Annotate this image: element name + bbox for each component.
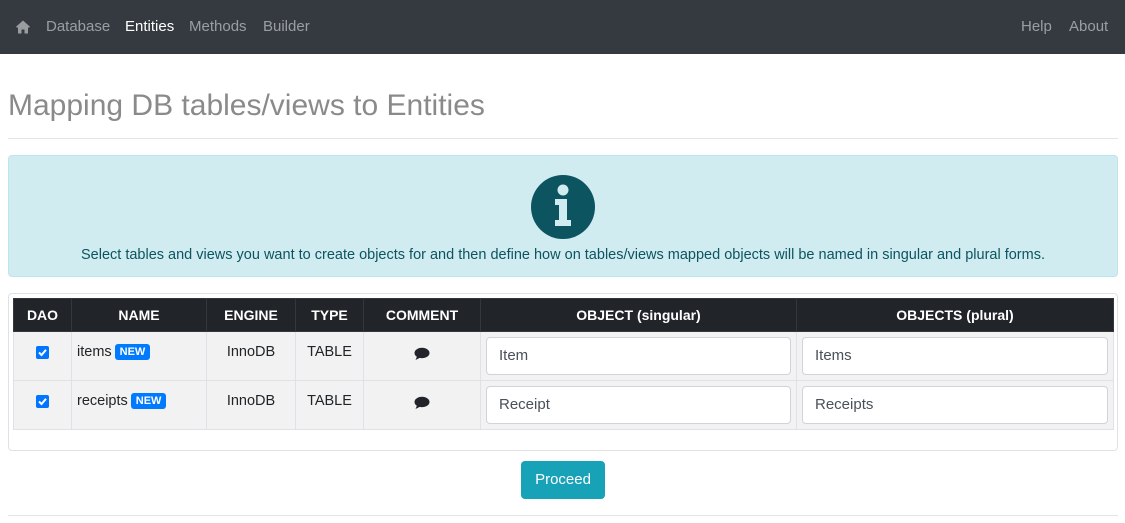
header-object-singular: OBJECT (singular) [480,298,797,332]
nav-entities[interactable]: Entities [125,18,174,36]
nav-about[interactable]: About [1069,18,1108,36]
top-navbar: Database Entities Methods Builder Help A… [0,0,1125,54]
table-name: receipts [77,393,128,409]
bottom-divider [8,515,1118,516]
singular-cell: Item [480,331,797,381]
comment-cell [363,331,481,381]
header-type: TYPE [295,298,364,332]
dao-checkbox[interactable] [36,395,49,408]
name-cell: receipts NEW [71,380,207,430]
table-row: receipts NEW InnoDB TABLE Receipt Receipt… [13,380,1114,430]
comment-cell [363,380,481,430]
info-alert: Select tables and views you want to crea… [8,155,1118,277]
check-icon [38,349,47,357]
header-comment: COMMENT [363,298,481,332]
plural-cell: Receipts [796,380,1114,430]
new-badge: NEW [114,344,151,360]
engine-cell: InnoDB [206,331,296,381]
engine-cell: InnoDB [206,380,296,430]
info-icon [531,175,595,239]
table-name: items [77,344,112,360]
home-icon[interactable] [15,19,31,35]
object-singular-input[interactable]: Receipt [486,386,791,424]
table-header-row: DAO NAME ENGINE TYPE COMMENT OBJECT (sin… [13,298,1114,332]
objects-plural-input[interactable]: Items [802,337,1108,375]
dao-checkbox[interactable] [36,346,49,359]
plural-cell: Items [796,331,1114,381]
header-objects-plural: OBJECTS (plural) [796,298,1114,332]
header-name: NAME [71,298,207,332]
objects-plural-input[interactable]: Receipts [802,386,1108,424]
dao-cell [13,331,72,381]
nav-help[interactable]: Help [1021,18,1052,36]
nav-database[interactable]: Database [46,18,110,36]
object-singular-input[interactable]: Item [486,337,791,375]
singular-cell: Receipt [480,380,797,430]
mapping-table: DAO NAME ENGINE TYPE COMMENT OBJECT (sin… [13,298,1114,430]
page-title: Mapping DB tables/views to Entities [8,89,485,122]
type-cell: TABLE [295,380,364,430]
new-badge: NEW [130,393,167,409]
dao-cell [13,380,72,430]
check-icon [38,398,47,406]
table-row: items NEW InnoDB TABLE Item Items [13,331,1114,381]
header-dao: DAO [13,298,72,332]
header-engine: ENGINE [206,298,296,332]
nav-builder[interactable]: Builder [263,18,310,36]
comment-icon[interactable] [414,347,430,361]
proceed-button[interactable]: Proceed [521,461,605,499]
nav-methods[interactable]: Methods [189,18,247,36]
name-cell: items NEW [71,331,207,381]
alert-message: Select tables and views you want to crea… [81,247,1045,263]
mapping-card: DAO NAME ENGINE TYPE COMMENT OBJECT (sin… [8,293,1118,451]
comment-icon[interactable] [414,396,430,410]
title-divider [8,138,1118,139]
type-cell: TABLE [295,331,364,381]
